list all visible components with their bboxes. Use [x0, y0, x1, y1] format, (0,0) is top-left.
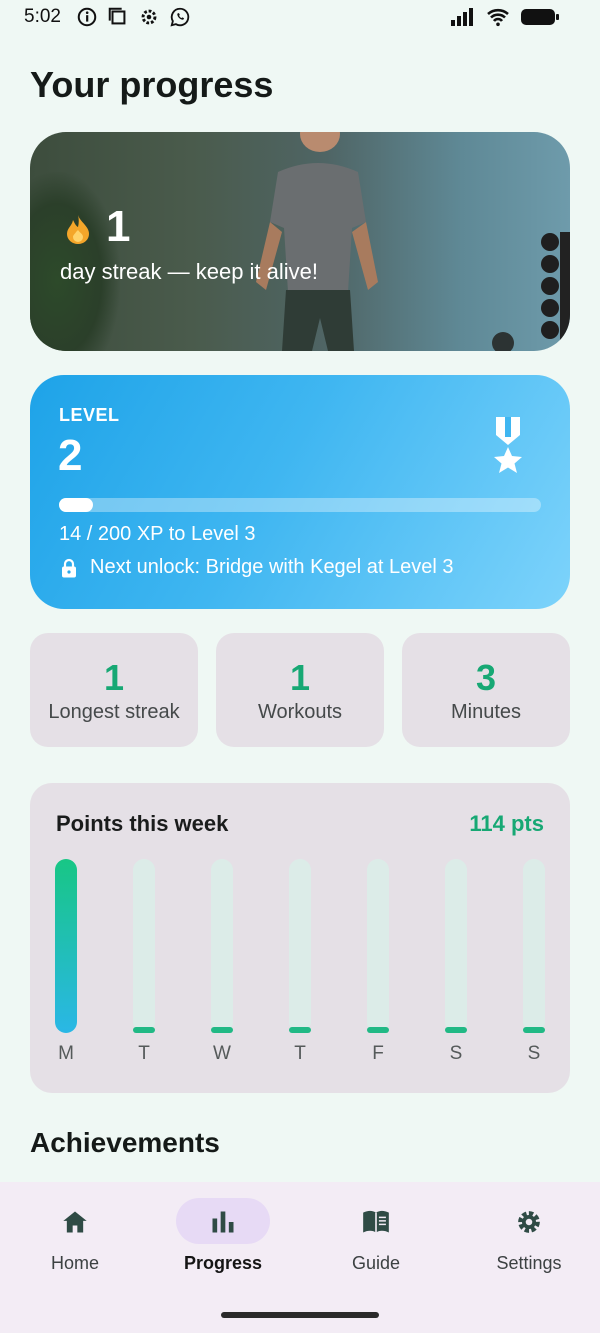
medal-icon	[494, 417, 522, 473]
week-day-label: M	[58, 1043, 74, 1064]
streak-subtitle: day streak — keep it alive!	[60, 259, 319, 284]
nav-label: Home	[50, 1253, 99, 1273]
achievements-title: Achievements	[30, 1127, 220, 1158]
level-card[interactable]: LEVEL 2 14 / 200 XP to Level 3 Next unlo…	[30, 375, 570, 609]
status-bar: 5:02	[0, 0, 600, 36]
level-label: LEVEL	[59, 405, 120, 425]
xp-text: 14 / 200 XP to Level 3	[59, 523, 256, 545]
week-bar-2	[211, 859, 233, 1033]
week-day-label: F	[372, 1043, 384, 1064]
week-bar-1	[133, 859, 155, 1033]
week-bar-empty-marker	[445, 1027, 467, 1033]
stat-card-workouts[interactable]: 1 Workouts	[216, 633, 384, 747]
signal-icon	[451, 8, 473, 26]
bar-chart-icon	[212, 1211, 234, 1233]
next-unlock-text: Next unlock: Bridge with Kegel at Level …	[90, 556, 454, 578]
week-day-label: S	[449, 1043, 463, 1064]
week-bar-6	[523, 859, 545, 1033]
hero-person-image	[256, 132, 378, 351]
weekly-points-title: Points this week	[56, 811, 229, 836]
weekly-points-card: Points this week 114 pts M T W T F S S	[30, 783, 570, 1093]
week-bar-5	[445, 859, 467, 1033]
nav-label: Progress	[183, 1253, 263, 1273]
gear-icon	[518, 1211, 540, 1233]
nav-item-progress[interactable]: Progress	[148, 1196, 298, 1276]
weekly-points-total: 114 pts	[469, 811, 544, 836]
xp-progress-fill	[59, 498, 93, 512]
streak-count: 1	[106, 202, 131, 251]
stat-value: 1	[289, 657, 311, 698]
stat-value: 3	[475, 657, 497, 698]
week-bar-empty-marker	[211, 1027, 233, 1033]
flame-icon	[67, 215, 89, 244]
status-notification-icons	[76, 6, 191, 28]
nav-label: Settings	[496, 1253, 562, 1273]
stat-card-minutes[interactable]: 3 Minutes	[402, 633, 570, 747]
wifi-icon	[487, 8, 509, 27]
week-day-label: W	[213, 1043, 231, 1064]
week-bar-empty-marker	[367, 1027, 389, 1033]
info-icon	[77, 7, 97, 27]
nav-item-settings[interactable]: Settings	[454, 1196, 600, 1276]
bottom-navigation: Home Progress Guide Settings	[0, 1182, 600, 1333]
streak-hero-card[interactable]: 1 day streak — keep it alive!	[30, 132, 570, 351]
home-icon	[63, 1211, 87, 1233]
lock-icon	[62, 558, 76, 578]
screenshot-icon	[108, 7, 126, 25]
whatsapp-icon	[170, 7, 190, 27]
hero-kettlebell-decoration	[492, 332, 514, 351]
stat-label: Minutes	[450, 701, 522, 723]
nav-item-home[interactable]: Home	[0, 1196, 150, 1276]
book-icon	[363, 1210, 389, 1233]
page-title: Your progress	[30, 64, 274, 105]
stat-value: 1	[103, 657, 125, 698]
week-bar-empty-marker	[289, 1027, 311, 1033]
home-indicator[interactable]	[221, 1312, 379, 1318]
week-bar-empty-marker	[523, 1027, 545, 1033]
level-number: 2	[58, 431, 83, 480]
stat-label: Longest streak	[48, 701, 180, 723]
hero-weights-decoration	[541, 232, 570, 351]
week-day-label: T	[294, 1043, 306, 1064]
week-bar-4	[367, 859, 389, 1033]
week-bar-fill	[55, 859, 77, 1033]
week-bar-3	[289, 859, 311, 1033]
nav-label: Guide	[351, 1253, 401, 1273]
stat-label: Workouts	[257, 701, 343, 723]
battery-icon	[521, 9, 559, 25]
nav-item-guide[interactable]: Guide	[301, 1196, 451, 1276]
stat-card-longest-streak[interactable]: 1 Longest streak	[30, 633, 198, 747]
week-bar-0	[55, 859, 77, 1033]
week-day-label: T	[138, 1043, 150, 1064]
settings-status-icon	[141, 9, 157, 25]
week-day-label: S	[527, 1043, 541, 1064]
status-time: 5:02	[24, 6, 61, 27]
xp-progress-bar	[59, 498, 541, 512]
week-bar-empty-marker	[133, 1027, 155, 1033]
status-system-icons	[450, 7, 560, 27]
